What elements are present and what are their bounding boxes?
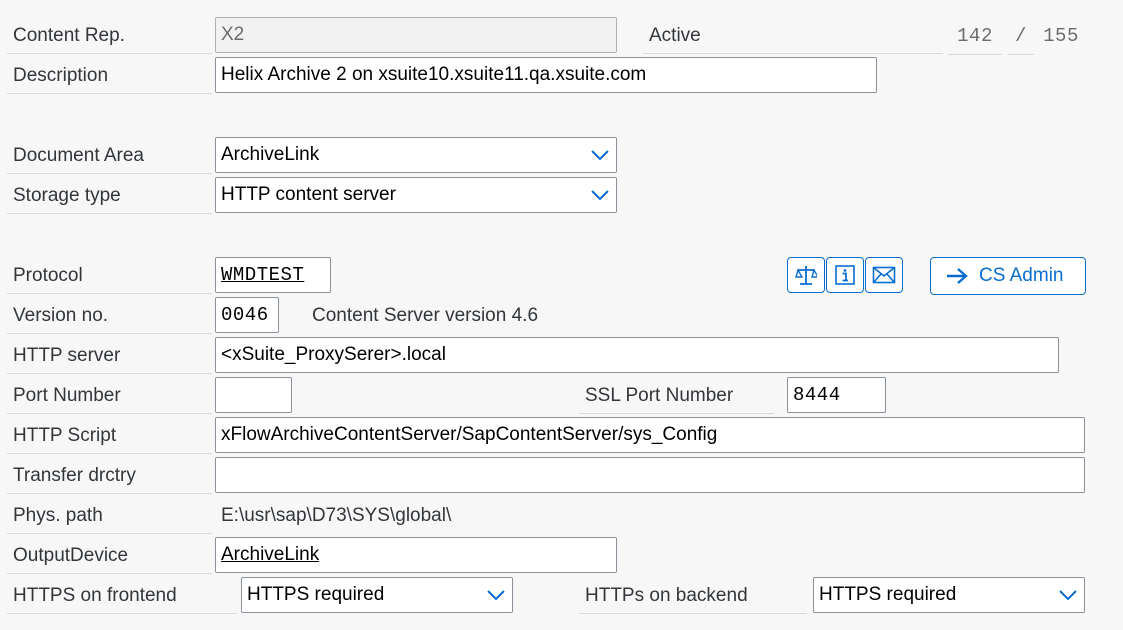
https-backend-select[interactable]: HTTPS required — [813, 577, 1085, 613]
status-text: Active — [643, 18, 943, 54]
port-field[interactable] — [215, 377, 292, 413]
output-device-field[interactable]: ArchiveLink — [215, 537, 617, 573]
document-area-label: Document Area — [7, 138, 212, 174]
content-rep-label: Content Rep. — [7, 18, 212, 54]
http-server-label: HTTP server — [7, 338, 212, 374]
storage-type-label: Storage type — [7, 178, 212, 214]
version-label: Version no. — [7, 298, 212, 334]
http-script-field[interactable]: xFlowArchiveContentServer/SapContentServ… — [215, 417, 1085, 453]
https-backend-label: HTTPs on backend — [579, 578, 807, 614]
compare-icon — [795, 266, 817, 285]
transfer-dir-label: Transfer drctry — [7, 458, 212, 494]
output-device-label: OutputDevice — [7, 538, 212, 574]
http-server-field[interactable]: <xSuite_ProxySerer>.local — [215, 337, 1059, 373]
description-label: Description — [7, 58, 212, 94]
record-counter-total: 155 — [1043, 25, 1079, 47]
record-counter-current: 142 — [948, 18, 1002, 55]
description-field[interactable]: Helix Archive 2 on xsuite10.xsuite11.qa.… — [215, 57, 877, 93]
chevron-down-icon[interactable] — [486, 589, 506, 601]
https-frontend-select[interactable]: HTTPS required — [241, 577, 513, 613]
transfer-dir-field[interactable] — [215, 457, 1085, 493]
chevron-down-icon[interactable] — [590, 189, 610, 201]
ssl-port-label: SSL Port Number — [579, 378, 774, 414]
version-field[interactable]: 0046 — [215, 297, 279, 333]
cs-admin-button[interactable]: CS Admin — [930, 257, 1086, 295]
https-frontend-label: HTTPS on frontend — [7, 578, 237, 614]
mail-button[interactable] — [865, 257, 903, 293]
http-script-label: HTTP Script — [7, 418, 212, 454]
phys-path-label: Phys. path — [7, 498, 212, 534]
compare-button[interactable] — [787, 257, 825, 293]
ssl-port-field[interactable]: 8444 — [787, 377, 886, 413]
document-area-value: ArchiveLink — [221, 144, 320, 165]
storage-type-select[interactable]: HTTP content server — [215, 177, 617, 213]
arrow-right-icon — [947, 268, 968, 284]
chevron-down-icon[interactable] — [590, 149, 610, 161]
port-label: Port Number — [7, 378, 212, 414]
https-backend-value: HTTPS required — [819, 584, 957, 605]
protocol-field[interactable]: WMDTEST — [215, 257, 331, 293]
mail-icon — [872, 266, 896, 284]
cs-admin-label: CS Admin — [979, 265, 1064, 286]
document-area-select[interactable]: ArchiveLink — [215, 137, 617, 173]
phys-path-value: E:\usr\sap\D73\SYS\global\ — [221, 505, 452, 526]
info-icon — [835, 265, 855, 285]
https-frontend-value: HTTPS required — [247, 584, 385, 605]
record-counter-separator: / — [1008, 18, 1034, 55]
chevron-down-icon[interactable] — [1058, 589, 1078, 601]
info-button[interactable] — [826, 257, 864, 293]
storage-type-value: HTTP content server — [221, 184, 396, 205]
protocol-label: Protocol — [7, 258, 212, 294]
version-info: Content Server version 4.6 — [312, 305, 539, 326]
content-rep-field[interactable]: X2 — [215, 17, 617, 53]
